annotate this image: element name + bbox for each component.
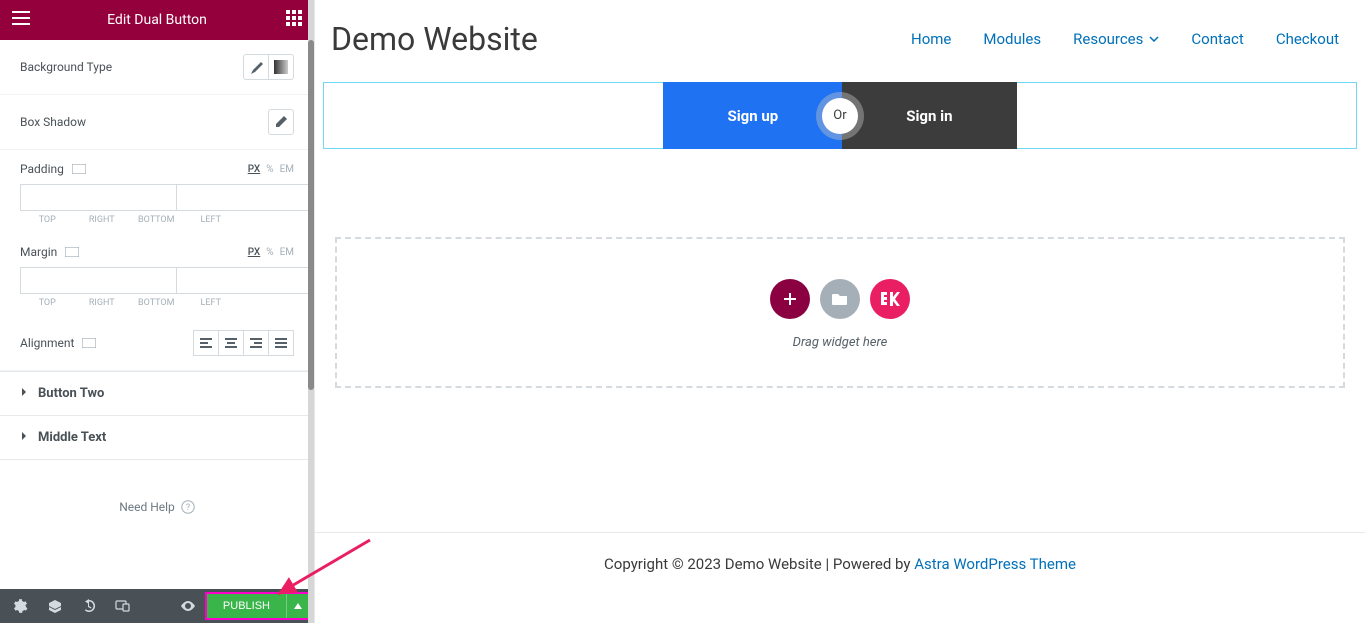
site-footer: Copyright © 2023 Demo Website | Powered …: [315, 532, 1365, 595]
help-icon: ?: [181, 500, 195, 514]
accordion-middle-text[interactable]: Middle Text: [0, 416, 314, 460]
alignment-label: Alignment: [20, 336, 96, 350]
dual-button-right[interactable]: Sign in: [842, 82, 1016, 149]
nav-contact[interactable]: Contact: [1191, 30, 1243, 48]
caret-right-icon: [20, 430, 28, 445]
box-shadow-label: Box Shadow: [20, 115, 86, 129]
publish-button[interactable]: PUBLISH: [207, 594, 286, 618]
history-icon[interactable]: [72, 589, 106, 623]
box-shadow-row: Box Shadow: [0, 95, 314, 150]
background-type-label: Background Type: [20, 60, 112, 74]
need-help-link[interactable]: Need Help ?: [0, 460, 314, 534]
margin-right-input[interactable]: [176, 267, 314, 294]
align-center-icon[interactable]: [218, 330, 244, 356]
panel-scrollbar[interactable]: [308, 0, 314, 623]
unit-percent[interactable]: %: [266, 247, 273, 258]
padding-units: PX % EM: [248, 164, 294, 175]
chevron-down-icon: [1149, 36, 1159, 42]
align-left-icon[interactable]: [193, 330, 219, 356]
preview-icon[interactable]: [171, 589, 205, 623]
svg-text:?: ?: [186, 503, 190, 513]
alignment-row: Alignment: [0, 316, 314, 371]
box-shadow-edit-icon[interactable]: [268, 109, 294, 135]
main-nav: Home Modules Resources Contact Checkout: [911, 30, 1339, 48]
controls-area: Background Type Box Shadow: [0, 40, 314, 589]
accordion-button-two[interactable]: Button Two: [0, 372, 314, 416]
panel-footer: PUBLISH: [0, 589, 314, 623]
margin-section: Margin PX % EM: [0, 233, 314, 316]
canvas-area: Demo Website Home Modules Resources Cont…: [315, 0, 1365, 623]
nav-modules[interactable]: Modules: [983, 30, 1041, 48]
template-library-icon[interactable]: [820, 279, 860, 319]
hamburger-menu-icon[interactable]: [12, 10, 30, 29]
drop-area[interactable]: Drag widget here: [335, 237, 1345, 388]
dual-button-left[interactable]: Sign up: [663, 82, 842, 149]
responsive-mode-icon[interactable]: [106, 589, 140, 623]
dual-button-selected[interactable]: Sign up Or Sign in: [323, 82, 1357, 149]
unit-em[interactable]: EM: [280, 247, 294, 258]
unit-px[interactable]: PX: [248, 164, 261, 175]
align-right-icon[interactable]: [243, 330, 269, 356]
dual-button-middle: Or: [822, 98, 858, 134]
padding-right-input[interactable]: [176, 184, 314, 211]
drop-text: Drag widget here: [793, 335, 888, 350]
panel-header: Edit Dual Button: [0, 0, 314, 40]
site-title: Demo Website: [331, 20, 538, 58]
bg-gradient-icon[interactable]: [268, 54, 294, 80]
unit-em[interactable]: EM: [280, 164, 294, 175]
caret-right-icon: [20, 386, 28, 401]
navigator-icon[interactable]: [38, 589, 72, 623]
margin-top-input[interactable]: [20, 267, 176, 294]
publish-button-group: PUBLISH: [205, 592, 310, 620]
panel-title: Edit Dual Button: [107, 12, 207, 28]
elementskit-icon[interactable]: [870, 279, 910, 319]
background-type-group: [243, 54, 294, 80]
align-justify-icon[interactable]: [268, 330, 294, 356]
padding-label: Padding: [20, 162, 86, 176]
add-section-icon[interactable]: [770, 279, 810, 319]
padding-top-input[interactable]: [20, 184, 176, 211]
site-header: Demo Website Home Modules Resources Cont…: [315, 0, 1365, 78]
background-type-row: Background Type: [0, 40, 314, 95]
widget-grid-icon[interactable]: [286, 10, 302, 30]
unit-percent[interactable]: %: [266, 164, 273, 175]
responsive-icon[interactable]: [82, 338, 96, 348]
margin-label: Margin: [20, 245, 79, 259]
nav-home[interactable]: Home: [911, 30, 951, 48]
editor-sidebar: Edit Dual Button Background Type Box Sh: [0, 0, 315, 623]
responsive-icon[interactable]: [72, 164, 86, 174]
footer-theme-link[interactable]: Astra WordPress Theme: [914, 555, 1076, 573]
padding-section: Padding PX % EM: [0, 150, 314, 233]
nav-resources[interactable]: Resources: [1073, 30, 1159, 48]
settings-icon[interactable]: [4, 589, 38, 623]
responsive-icon[interactable]: [65, 247, 79, 257]
publish-dropdown-icon[interactable]: [286, 594, 308, 618]
unit-px[interactable]: PX: [248, 247, 261, 258]
nav-checkout[interactable]: Checkout: [1276, 30, 1339, 48]
bg-classic-icon[interactable]: [243, 54, 269, 80]
margin-units: PX % EM: [248, 247, 294, 258]
